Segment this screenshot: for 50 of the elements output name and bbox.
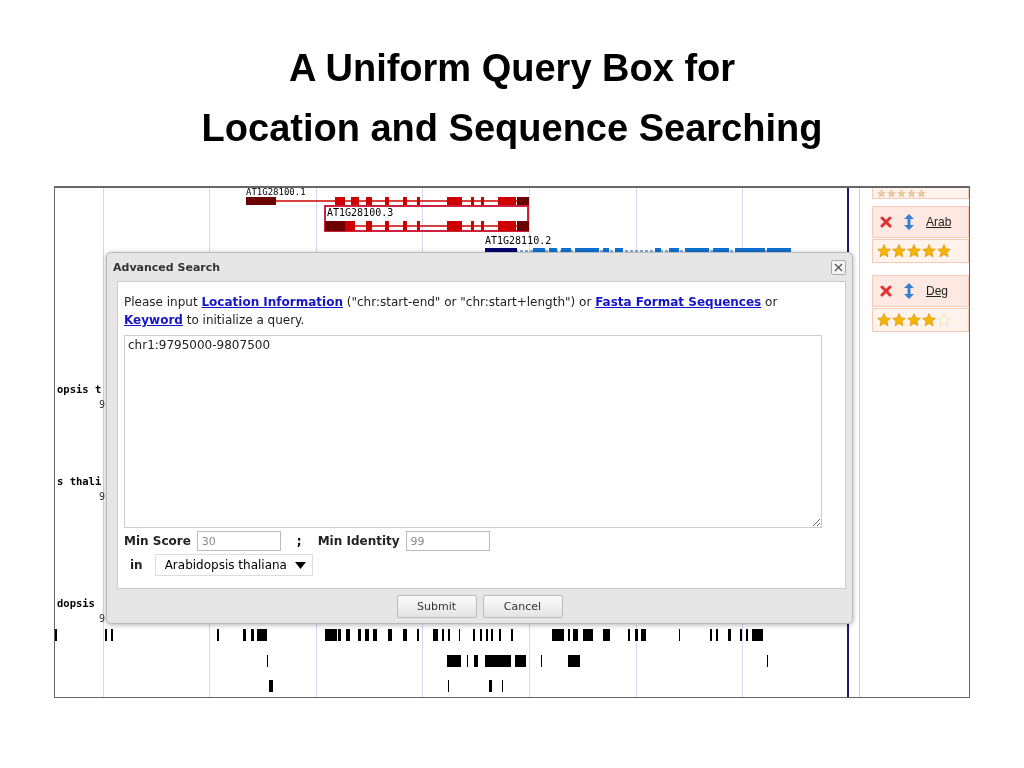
- cancel-button[interactable]: Cancel: [482, 594, 563, 618]
- slide-title: Location and Sequence Searching: [201, 106, 823, 151]
- up-down-arrows-icon[interactable]: [904, 283, 914, 299]
- result-link[interactable]: Arab: [926, 215, 952, 229]
- star-icon: [917, 188, 926, 198]
- track-value: 9: [99, 491, 106, 503]
- star-icon: [937, 244, 951, 258]
- star-icon: [922, 313, 936, 327]
- species-dropdown[interactable]: Arabidopsis thaliana: [154, 554, 313, 576]
- star-icon: [877, 313, 891, 327]
- star-icon: [937, 313, 951, 327]
- close-icon: [834, 262, 843, 272]
- dialog-title: Advanced Search: [113, 260, 221, 274]
- track-label: dopsis: [57, 597, 95, 610]
- star-icon: [897, 188, 906, 198]
- submit-button[interactable]: Submit: [396, 594, 477, 618]
- instruction-text: Please input Location Information ("chr:start-end" or "chr:start+length") or Fasta Format Sequences or Keyword to initialize a query.: [124, 294, 779, 329]
- star-icon: [877, 188, 886, 198]
- track-label: s thali: [57, 475, 102, 488]
- track-value: 9: [99, 613, 106, 625]
- star-icon: [877, 244, 891, 258]
- min-identity-field[interactable]: 99: [405, 531, 490, 551]
- star-icon: [907, 244, 921, 258]
- result-link[interactable]: Deg: [926, 284, 948, 298]
- up-down-arrows-icon[interactable]: [904, 214, 914, 230]
- star-icon: [907, 313, 921, 327]
- close-icon[interactable]: [880, 216, 892, 228]
- help-link[interactable]: Keyword: [124, 313, 183, 327]
- field-label: Min Score: [124, 534, 191, 548]
- field-label: Min Identity: [317, 534, 400, 548]
- star-icon: [887, 188, 896, 198]
- caret-icon: [295, 561, 306, 569]
- help-link[interactable]: Fasta Format Sequences: [595, 295, 762, 309]
- query-field[interactable]: chr1:9795000-9807500: [124, 335, 822, 528]
- gene-label: AT1G28100.3: [326, 207, 395, 218]
- star-icon: [892, 313, 906, 327]
- separator-text: ;: [296, 534, 302, 548]
- min-score-field[interactable]: 30: [196, 531, 281, 551]
- track-value: 9: [99, 399, 106, 411]
- close-button[interactable]: [831, 259, 846, 275]
- star-icon: [907, 188, 916, 198]
- close-icon[interactable]: [880, 285, 892, 297]
- gene-label: AT1G28110.2: [485, 235, 552, 246]
- gene-label: AT1G28100.1: [246, 188, 306, 197]
- track-label: opsis t: [57, 383, 102, 396]
- slide-title: A Uniform Query Box for: [288, 46, 736, 91]
- star-icon: [922, 244, 936, 258]
- star-icon: [892, 244, 906, 258]
- help-link[interactable]: Location Information: [201, 295, 343, 309]
- field-label: in: [130, 558, 143, 572]
